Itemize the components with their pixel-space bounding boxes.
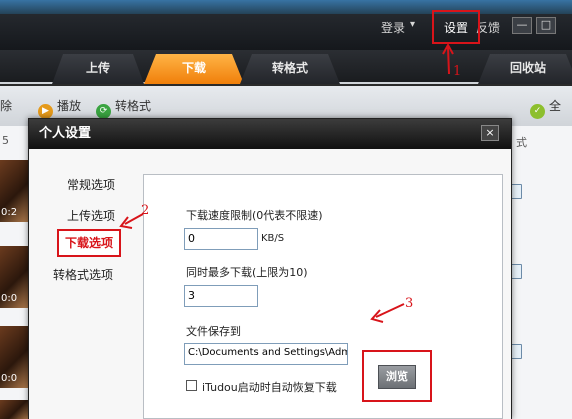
toolbar-left-fragment: 除 [0, 99, 13, 113]
convert-button[interactable]: ⟳ 转格式 [96, 97, 151, 119]
login-dropdown-icon[interactable]: ▾ [410, 19, 415, 30]
play-button[interactable]: ▶ 播放 [38, 97, 81, 119]
nav-download-options[interactable]: 下载选项 [57, 229, 122, 257]
convert-icon: ⟳ [96, 104, 111, 119]
title-bar: 登录 ▾ 设置 反馈 — □ [0, 0, 572, 50]
play-icon: ▶ [38, 104, 53, 119]
video-thumbnail[interactable] [0, 400, 30, 419]
minimize-button[interactable]: — [512, 17, 532, 34]
column-fragment-right: 式 [516, 136, 527, 149]
download-options-panel: 下载速度限制(0代表不限速) 0 KB/S 同时最多下载(上限为10) 3 文件… [143, 174, 503, 419]
title-bar-background [0, 0, 572, 14]
max-downloads-label: 同时最多下载(上限为10) [186, 266, 308, 279]
settings-highlight [432, 10, 480, 44]
personal-settings-dialog: 个人设置 × 常规选项 上传选项 下载选项 转格式选项 下载速度限制(0代表不限… [28, 118, 512, 419]
annotation-number-3: 3 [405, 296, 414, 311]
tab-recycle-bin[interactable]: 回收站 [478, 54, 572, 84]
annotation-number-1: 1 [453, 64, 462, 79]
video-duration: 0:0 [1, 293, 18, 304]
check-icon: ✓ [530, 104, 545, 119]
save-path-label: 文件保存到 [186, 325, 241, 338]
nav-general-options[interactable]: 常规选项 [67, 176, 115, 193]
auto-resume-checkbox[interactable] [186, 380, 197, 391]
annotation-number-2: 2 [141, 203, 150, 218]
browse-button[interactable]: 浏览 [378, 365, 416, 389]
nav-upload-options[interactable]: 上传选项 [67, 207, 115, 224]
speed-limit-label: 下载速度限制(0代表不限速) [186, 209, 323, 222]
login-link[interactable]: 登录 [381, 19, 405, 36]
dialog-body: 常规选项 上传选项 下载选项 转格式选项 下载速度限制(0代表不限速) 0 KB… [29, 149, 511, 419]
dialog-title: 个人设置 [29, 119, 511, 149]
close-button[interactable]: × [481, 125, 499, 141]
speed-unit-label: KB/S [261, 233, 285, 244]
tab-download[interactable]: 下载 [144, 54, 244, 84]
column-fragment-left: 5 [2, 134, 9, 147]
video-duration: 0:0 [1, 373, 18, 384]
select-all-label: 全 [549, 99, 562, 113]
max-downloads-input[interactable]: 3 [184, 285, 258, 307]
main-tab-bar: 上传 下载 转格式 回收站 [0, 50, 572, 84]
convert-label: 转格式 [115, 99, 152, 113]
auto-resume-label: iTudou启动时自动恢复下载 [202, 381, 337, 394]
video-thumbnail[interactable]: 0:2 [0, 160, 30, 222]
video-duration: 0:2 [1, 207, 18, 218]
video-thumbnail[interactable]: 0:0 [0, 246, 30, 308]
save-path-input[interactable]: C:\Documents and Settings\Admi [184, 343, 348, 365]
nav-convert-options[interactable]: 转格式选项 [53, 266, 113, 283]
tab-upload[interactable]: 上传 [52, 54, 144, 84]
video-thumbnail[interactable]: 0:0 [0, 326, 30, 388]
maximize-button[interactable]: □ [536, 17, 556, 34]
speed-limit-input[interactable]: 0 [184, 228, 258, 250]
play-label: 播放 [57, 99, 82, 113]
select-all-button[interactable]: ✓ 全 [530, 97, 561, 119]
tab-convert[interactable]: 转格式 [240, 54, 340, 84]
browse-highlight: 浏览 [362, 350, 432, 402]
